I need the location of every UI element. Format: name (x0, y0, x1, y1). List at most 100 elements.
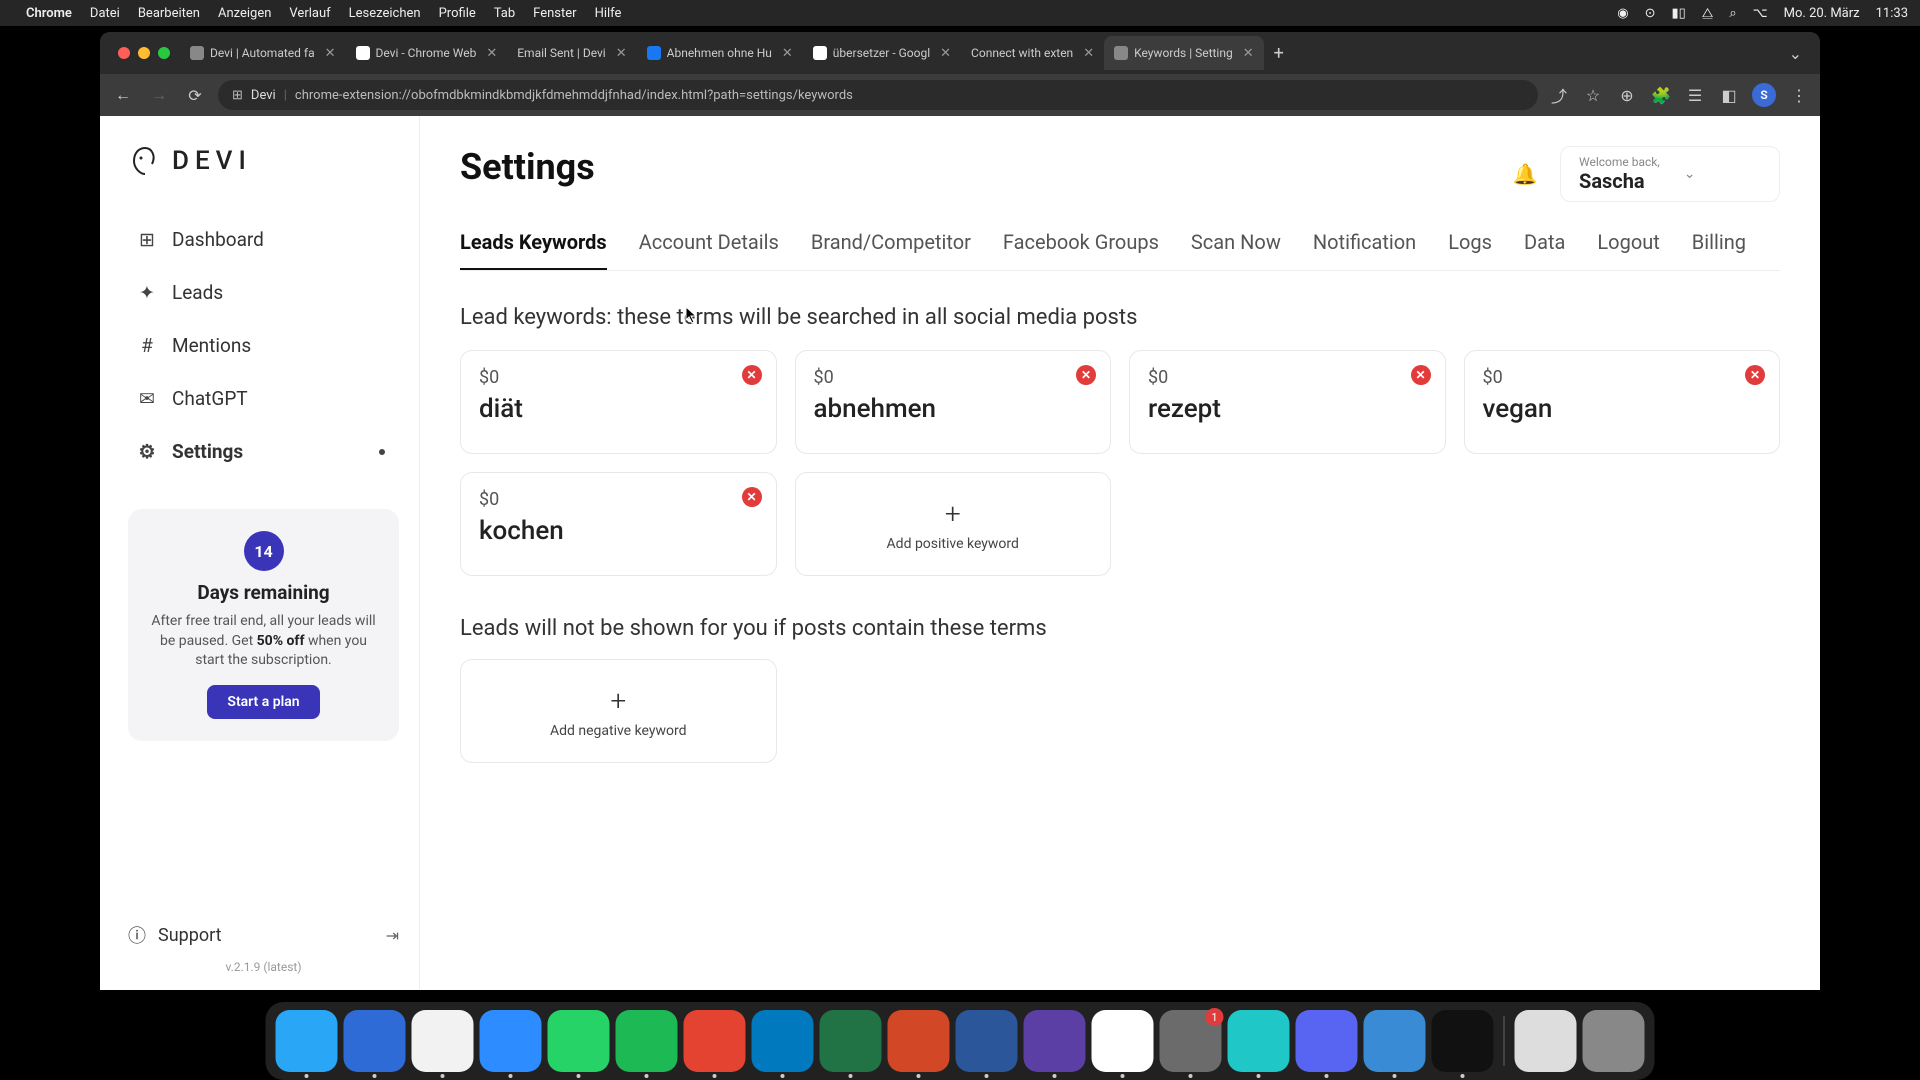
dock-app-word[interactable] (956, 1010, 1018, 1072)
tab-title: Devi - Chrome Web (376, 46, 477, 60)
dock-app-powerpoint[interactable] (888, 1010, 950, 1072)
menu-anzeigen[interactable]: Anzeigen (218, 6, 271, 21)
user-menu[interactable]: Welcome back, Sascha ⌄ (1560, 146, 1780, 202)
dock-app-trash[interactable] (1583, 1010, 1645, 1072)
address-bar[interactable]: ⊞ Devi | chrome-extension://obofmdbkmind… (218, 80, 1538, 110)
close-tab-icon[interactable]: ✕ (1243, 46, 1254, 61)
start-plan-button[interactable]: Start a plan (207, 685, 319, 719)
search-icon[interactable]: ⌕ (1729, 6, 1736, 21)
control-center-icon[interactable]: ⌥ (1753, 6, 1768, 21)
dock-app-zoom[interactable] (480, 1010, 542, 1072)
tab-data[interactable]: Data (1524, 230, 1565, 270)
maximize-window-button[interactable] (158, 47, 170, 59)
delete-keyword-button[interactable]: ✕ (1745, 365, 1765, 385)
dock-app-system-settings[interactable]: 1 (1160, 1010, 1222, 1072)
close-tab-icon[interactable]: ✕ (940, 46, 951, 61)
delete-keyword-button[interactable]: ✕ (1411, 365, 1431, 385)
tab-notification[interactable]: Notification (1313, 230, 1416, 270)
dock-app-whatsapp[interactable] (548, 1010, 610, 1072)
share-icon[interactable]: ⤴ (1548, 84, 1570, 106)
notifications-icon[interactable]: 🔔 (1508, 157, 1542, 191)
tab-billing[interactable]: Billing (1692, 230, 1746, 270)
menubar-date[interactable]: Mo. 20. März (1784, 6, 1860, 21)
dock-app-voice-memos[interactable] (1432, 1010, 1494, 1072)
tab-account-details[interactable]: Account Details (639, 230, 779, 270)
dock-app-discord[interactable] (1296, 1010, 1358, 1072)
delete-keyword-button[interactable]: ✕ (1076, 365, 1096, 385)
close-tab-icon[interactable]: ✕ (325, 46, 336, 61)
close-window-button[interactable] (118, 47, 130, 59)
browser-tab[interactable]: Connect with exten✕ (961, 36, 1104, 70)
tab-logout[interactable]: Logout (1597, 230, 1659, 270)
delete-keyword-button[interactable]: ✕ (742, 365, 762, 385)
tab-overflow-button[interactable]: ⌄ (1779, 44, 1812, 63)
browser-tab[interactable]: Abnehmen ohne Hu✕ (637, 36, 803, 70)
close-tab-icon[interactable]: ✕ (486, 46, 497, 61)
add-negative-keyword-button[interactable]: + Add negative keyword (460, 659, 777, 763)
dock-app-trello[interactable] (752, 1010, 814, 1072)
brand-logo[interactable]: DEVI (128, 144, 399, 178)
delete-keyword-button[interactable]: ✕ (742, 487, 762, 507)
dock-app-app-[interactable] (1228, 1010, 1290, 1072)
sidepanel-icon[interactable]: ◧ (1718, 84, 1740, 106)
tab-leads-keywords[interactable]: Leads Keywords (460, 230, 607, 270)
menu-bearbeiten[interactable]: Bearbeiten (138, 6, 200, 21)
dock-app-preview[interactable] (1515, 1010, 1577, 1072)
record-icon[interactable]: ◉ (1617, 6, 1628, 21)
sidebar-item-mentions[interactable]: #Mentions (128, 322, 399, 369)
kebab-menu-icon[interactable]: ⋮ (1788, 84, 1810, 106)
sidebar-item-label: Dashboard (172, 228, 264, 251)
browser-tab[interactable]: übersetzer - Googl✕ (803, 36, 961, 70)
dock-app-safari[interactable] (344, 1010, 406, 1072)
play-icon[interactable]: ⊙ (1645, 6, 1656, 21)
close-tab-icon[interactable]: ✕ (782, 46, 793, 61)
dock-app-imovie[interactable] (1024, 1010, 1086, 1072)
dock-app-quicktime[interactable] (1364, 1010, 1426, 1072)
minimize-window-button[interactable] (138, 47, 150, 59)
dock-app-finder[interactable] (276, 1010, 338, 1072)
sidebar-item-dashboard[interactable]: ⊞Dashboard (128, 216, 399, 263)
dock-app-chrome[interactable] (412, 1010, 474, 1072)
tab-facebook-groups[interactable]: Facebook Groups (1003, 230, 1159, 270)
tab-brand-competitor[interactable]: Brand/Competitor (811, 230, 971, 270)
back-button[interactable]: ← (110, 82, 136, 108)
forward-button[interactable]: → (146, 82, 172, 108)
menubar-time[interactable]: 11:33 (1876, 6, 1908, 21)
dock-app-spotify[interactable] (616, 1010, 678, 1072)
menu-tab[interactable]: Tab (494, 6, 515, 21)
browser-tab[interactable]: Email Sent | Devi✕ (507, 36, 636, 70)
sidebar-item-leads[interactable]: ✦Leads (128, 269, 399, 316)
browser-tab-active[interactable]: Keywords | Setting✕ (1104, 36, 1264, 70)
reading-list-icon[interactable]: ☰ (1684, 84, 1706, 106)
wifi-icon[interactable]: ⧋ (1702, 6, 1714, 21)
sidebar-item-chatgpt[interactable]: ✉ChatGPT (128, 375, 399, 422)
menubar-app-name[interactable]: Chrome (26, 6, 72, 21)
menu-datei[interactable]: Datei (90, 6, 120, 21)
browser-tab[interactable]: Devi - Chrome Web ✕ (346, 36, 508, 70)
browser-tab[interactable]: Devi | Automated fa✕ (180, 36, 346, 70)
tab-scan-now[interactable]: Scan Now (1191, 230, 1281, 270)
close-tab-icon[interactable]: ✕ (1083, 46, 1094, 61)
reload-button[interactable]: ⟳ (182, 82, 208, 108)
battery-icon[interactable]: ▮▯ (1671, 6, 1685, 21)
menu-fenster[interactable]: Fenster (533, 6, 576, 21)
extensions-icon[interactable]: ⊕ (1616, 84, 1638, 106)
support-link[interactable]: ⓘ Support (128, 922, 222, 948)
new-tab-button[interactable]: + (1264, 43, 1294, 64)
dock-app-todoist[interactable] (684, 1010, 746, 1072)
close-tab-icon[interactable]: ✕ (616, 46, 627, 61)
bookmark-icon[interactable]: ☆ (1582, 84, 1604, 106)
dock-app-drive[interactable] (1092, 1010, 1154, 1072)
logout-icon[interactable]: ⇥ (386, 926, 399, 945)
profile-avatar[interactable]: S (1752, 83, 1776, 107)
add-positive-keyword-button[interactable]: +Add positive keyword (795, 472, 1112, 576)
menu-lesezeichen[interactable]: Lesezeichen (349, 6, 421, 21)
tab-logs[interactable]: Logs (1448, 230, 1492, 270)
sidebar-item-settings[interactable]: ⚙Settings (128, 428, 399, 475)
menu-profile[interactable]: Profile (439, 6, 476, 21)
dock-app-excel[interactable] (820, 1010, 882, 1072)
puzzle-icon[interactable]: 🧩 (1650, 84, 1672, 106)
site-info-icon[interactable]: ⊞ (232, 88, 243, 103)
menu-hilfe[interactable]: Hilfe (595, 6, 622, 21)
menu-verlauf[interactable]: Verlauf (289, 6, 330, 21)
